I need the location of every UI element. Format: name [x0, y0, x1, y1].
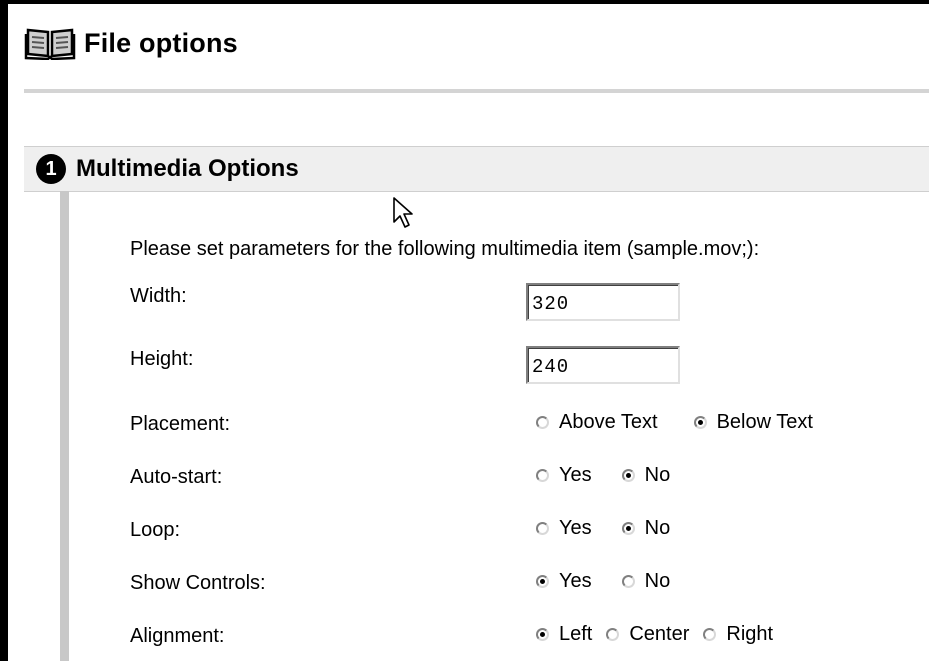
header-divider — [24, 89, 929, 93]
loop-no-label: No — [644, 517, 671, 539]
alignment-right-radio[interactable] — [703, 628, 717, 641]
loop-yes-option[interactable]: Yes — [536, 517, 592, 540]
loop-no-option[interactable]: No — [621, 517, 671, 540]
alignment-center-radio[interactable] — [606, 628, 620, 641]
intro-text: Please set parameters for the following … — [130, 238, 760, 260]
alignment-center-label: Center — [629, 623, 690, 645]
alignment-center-option[interactable]: Center — [606, 623, 689, 646]
book-icon — [24, 28, 76, 60]
placement-below-text-label: Below Text — [716, 411, 813, 433]
width-label: Width: — [130, 285, 187, 307]
alignment-label: Alignment: — [130, 625, 225, 647]
step-number-badge: 1 — [36, 154, 66, 184]
show-controls-options: Yes No — [536, 570, 670, 593]
height-label: Height: — [130, 348, 194, 370]
loop-label: Loop: — [130, 519, 181, 541]
mouse-pointer-icon — [393, 197, 413, 228]
loop-no-radio[interactable] — [621, 522, 635, 535]
show-controls-yes-option[interactable]: Yes — [536, 570, 592, 593]
section-title: Multimedia Options — [76, 155, 299, 182]
autostart-no-option[interactable]: No — [621, 464, 671, 487]
show-controls-no-radio[interactable] — [621, 575, 635, 588]
placement-above-text-label: Above Text — [559, 411, 658, 433]
autostart-yes-option[interactable]: Yes — [536, 464, 592, 487]
alignment-right-option[interactable]: Right — [703, 623, 773, 646]
show-controls-no-label: No — [644, 570, 671, 592]
show-controls-label: Show Controls: — [130, 572, 266, 594]
placement-options: Above Text Below Text — [536, 411, 813, 434]
show-controls-yes-radio[interactable] — [536, 575, 549, 588]
autostart-no-radio[interactable] — [621, 469, 635, 482]
loop-options: Yes No — [536, 517, 670, 540]
section-indent-bar — [60, 191, 69, 661]
show-controls-yes-label: Yes — [559, 570, 592, 592]
height-input[interactable]: 240 — [526, 346, 680, 384]
alignment-right-label: Right — [726, 623, 774, 645]
alignment-left-label: Left — [559, 623, 593, 645]
page-header: File options — [24, 18, 238, 68]
placement-label: Placement: — [130, 413, 231, 435]
autostart-yes-label: Yes — [559, 464, 592, 486]
alignment-left-option[interactable]: Left — [536, 623, 592, 646]
page-title: File options — [84, 27, 238, 58]
placement-below-text-option[interactable]: Below Text — [693, 411, 813, 434]
loop-yes-label: Yes — [559, 517, 592, 539]
autostart-no-label: No — [644, 464, 671, 486]
alignment-options: Left Center Right — [536, 623, 773, 646]
placement-above-text-option[interactable]: Above Text — [536, 411, 658, 434]
loop-yes-radio[interactable] — [536, 522, 549, 535]
width-input[interactable]: 320 — [526, 283, 680, 321]
show-controls-no-option[interactable]: No — [621, 570, 671, 593]
placement-above-text-radio[interactable] — [536, 416, 549, 429]
alignment-left-radio[interactable] — [536, 628, 549, 641]
placement-below-text-radio[interactable] — [693, 416, 707, 429]
autostart-options: Yes No — [536, 464, 670, 487]
autostart-yes-radio[interactable] — [536, 469, 549, 482]
section-header: 1 Multimedia Options — [24, 146, 929, 192]
window-frame — [0, 0, 929, 661]
autostart-label: Auto-start: — [130, 466, 223, 488]
